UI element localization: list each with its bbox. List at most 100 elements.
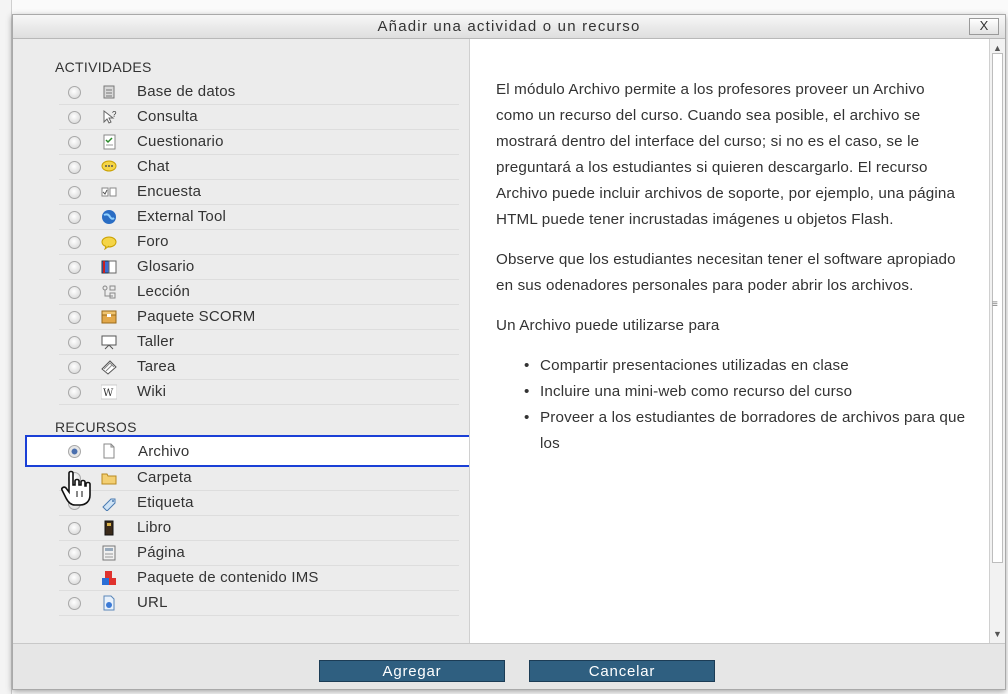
hand-pointer-cursor-icon xyxy=(57,469,97,509)
option-paquete-scorm[interactable]: Paquete SCORM xyxy=(59,305,459,330)
option-label: Consulta xyxy=(137,108,198,125)
lesson-icon xyxy=(101,284,117,300)
option-label: Taller xyxy=(137,333,175,350)
radio-button[interactable] xyxy=(68,547,81,560)
option-base-de-datos[interactable]: Base de datos xyxy=(59,80,459,105)
help-bullet-list: Compartir presentaciones utilizadas en c… xyxy=(524,353,966,457)
option-label: Página xyxy=(137,544,185,561)
scroll-grip-icon: ≡ xyxy=(992,299,998,310)
option-external-tool[interactable]: External Tool xyxy=(59,205,459,230)
help-paragraph: El módulo Archivo permite a los profesor… xyxy=(496,81,956,228)
option-label: Wiki xyxy=(137,383,167,400)
dialog-titlebar[interactable]: Añadir una actividad o un recurso X xyxy=(13,15,1005,39)
option-taller[interactable]: Taller xyxy=(59,330,459,355)
wiki-icon: W xyxy=(100,384,118,400)
option-label: Archivo xyxy=(138,443,190,460)
option-carpeta[interactable]: Carpeta xyxy=(59,466,459,491)
dialog-title: Añadir una actividad o un recurso xyxy=(377,18,641,35)
radio-button[interactable] xyxy=(68,386,81,399)
close-button[interactable]: X xyxy=(969,18,999,35)
chat-icon xyxy=(101,159,117,175)
radio-button[interactable] xyxy=(68,236,81,249)
svg-text:?: ? xyxy=(112,110,117,119)
book-icon xyxy=(101,520,117,536)
option-archivo[interactable]: Archivo xyxy=(25,435,477,467)
folder-icon xyxy=(101,470,117,486)
help-paragraph: Un Archivo puede utilizarse para xyxy=(496,317,720,334)
resources-heading: RECURSOS xyxy=(55,419,137,435)
option-encuesta[interactable]: Encuesta xyxy=(59,180,459,205)
radio-button[interactable] xyxy=(68,572,81,585)
cancel-button[interactable]: Cancelar xyxy=(529,660,715,682)
option-label: Base de datos xyxy=(137,83,236,100)
option-cuestionario[interactable]: Cuestionario xyxy=(59,130,459,155)
option-etiqueta[interactable]: Etiqueta xyxy=(59,491,459,516)
radio-button[interactable] xyxy=(68,522,81,535)
help-scrollbar[interactable]: ▲ ≡ ▼ xyxy=(989,39,1005,643)
option-pagina[interactable]: Página xyxy=(59,541,459,566)
url-icon xyxy=(101,595,117,611)
scroll-up-arrow-icon[interactable]: ▲ xyxy=(993,43,1002,53)
file-icon xyxy=(101,443,117,459)
background-left xyxy=(0,0,12,694)
activities-heading: ACTIVIDADES xyxy=(55,59,152,75)
radio-button[interactable] xyxy=(68,136,81,149)
option-label: Lección xyxy=(137,283,191,300)
option-consulta[interactable]: ? Consulta xyxy=(59,105,459,130)
option-label: Encuesta xyxy=(137,183,202,200)
option-label: Paquete SCORM xyxy=(137,308,256,325)
option-label: Libro xyxy=(137,519,172,536)
scorm-package-icon xyxy=(101,309,117,325)
add-activity-dialog: Añadir una actividad o un recurso X ACTI… xyxy=(12,14,1006,690)
background-top xyxy=(0,0,1008,14)
option-url[interactable]: URL xyxy=(59,591,459,616)
option-label: URL xyxy=(137,594,168,611)
option-foro[interactable]: Foro xyxy=(59,230,459,255)
choice-icon: ? xyxy=(101,109,117,125)
dialog-footer: Agregar Cancelar xyxy=(13,643,1005,689)
radio-button[interactable] xyxy=(68,597,81,610)
external-tool-icon xyxy=(101,209,117,225)
help-panel: El módulo Archivo permite a los profesor… xyxy=(469,39,989,643)
radio-button[interactable] xyxy=(68,261,81,274)
quiz-icon xyxy=(101,134,117,150)
option-label: Chat xyxy=(137,158,170,175)
add-button[interactable]: Agregar xyxy=(319,660,505,682)
option-leccion[interactable]: Lección xyxy=(59,280,459,305)
scroll-down-arrow-icon[interactable]: ▼ xyxy=(993,629,1002,639)
option-glosario[interactable]: Glosario xyxy=(59,255,459,280)
option-label: Paquete de contenido IMS xyxy=(137,569,319,586)
option-label: Cuestionario xyxy=(137,133,224,150)
option-label: Foro xyxy=(137,233,169,250)
option-tarea[interactable]: Tarea xyxy=(59,355,459,380)
label-icon xyxy=(101,495,117,512)
ims-package-icon xyxy=(101,570,117,586)
radio-button-selected[interactable] xyxy=(68,445,81,458)
radio-button[interactable] xyxy=(68,86,81,99)
svg-text:W: W xyxy=(103,388,114,399)
radio-button[interactable] xyxy=(68,311,81,324)
assignment-icon xyxy=(101,359,117,375)
option-libro[interactable]: Libro xyxy=(59,516,459,541)
radio-button[interactable] xyxy=(68,336,81,349)
radio-button[interactable] xyxy=(68,111,81,124)
option-label: Etiqueta xyxy=(137,494,194,511)
page-icon xyxy=(101,545,117,561)
option-label: Tarea xyxy=(137,358,176,375)
forum-icon xyxy=(101,234,117,251)
help-paragraph: Observe que los estudiantes necesitan te… xyxy=(496,251,956,294)
radio-button[interactable] xyxy=(68,211,81,224)
help-bullet: Incluire una mini-web como recurso del c… xyxy=(524,379,966,405)
option-wiki[interactable]: W Wiki xyxy=(59,380,459,405)
radio-button[interactable] xyxy=(68,161,81,174)
glossary-icon xyxy=(101,259,117,275)
radio-button[interactable] xyxy=(68,286,81,299)
radio-button[interactable] xyxy=(68,186,81,199)
option-chat[interactable]: Chat xyxy=(59,155,459,180)
help-bullet: Compartir presentaciones utilizadas en c… xyxy=(524,353,966,379)
option-paquete-ims[interactable]: Paquete de contenido IMS xyxy=(59,566,459,591)
option-label: Carpeta xyxy=(137,469,192,486)
database-icon xyxy=(101,84,117,100)
radio-button[interactable] xyxy=(68,361,81,374)
option-label: External Tool xyxy=(137,208,227,225)
